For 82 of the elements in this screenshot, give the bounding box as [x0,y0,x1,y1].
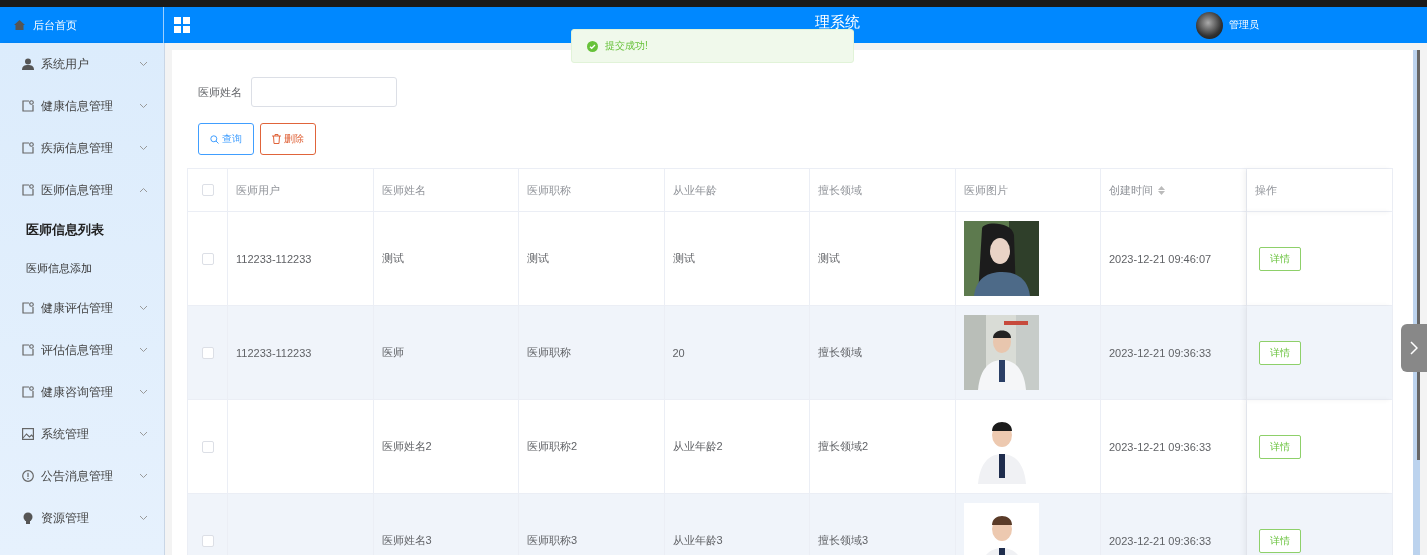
chevron-icon [1410,341,1418,355]
document-icon [22,142,34,154]
input-field[interactable] [251,77,397,107]
submenu-item[interactable]: 医师信息添加 [0,249,164,287]
column-header: 医师图片 [963,182,1008,198]
table-cell: 112233-112233 [236,346,312,359]
table-cell: 2023-12-21 09:36:33 [1109,346,1212,359]
document-icon [22,386,34,398]
chevron-icon [139,431,148,437]
table-cell: 测试 [818,251,840,266]
bulb-icon [22,512,34,524]
menu-item[interactable]: 健康评估管理 [0,287,164,329]
chevron-icon [139,145,148,151]
menu-item[interactable]: 医师信息管理 [0,169,164,211]
table-cell: 从业年龄2 [672,439,723,454]
chevron-icon [139,187,148,193]
trash-icon [272,134,281,144]
column-header: 医师用户 [236,182,280,198]
document-icon [22,344,34,356]
document-icon [22,302,34,314]
menu-item[interactable]: 健康咨询管理 [0,371,164,413]
scrollbar[interactable] [1413,50,1420,555]
checkbox[interactable] [201,346,214,359]
document-icon [22,100,34,112]
column-header: 从业年龄 [672,182,717,198]
field-label: 医师姓名 [198,84,242,100]
menu-item[interactable]: 系统管理 [0,413,164,455]
table-cell: 擅长领域3 [818,533,869,548]
table-cell: 112233-112233 [236,252,312,265]
chevron-icon [139,61,148,67]
menu-item[interactable]: 评估信息管理 [0,329,164,371]
search-icon [210,134,219,144]
delete-button[interactable]: 删除 [260,123,316,155]
column-header: 医师职称 [527,182,571,198]
chevron-icon [139,473,148,479]
chevron-icon [139,103,148,109]
toast-message: 提交成功! [605,39,648,53]
submenu-item[interactable]: 医师信息列表 [0,211,164,249]
table-cell: 测试 [672,251,695,266]
table-cell: 擅长领域 [818,345,862,360]
checkbox[interactable] [201,252,214,265]
table-cell: 医师 [381,345,404,360]
checkbox[interactable] [201,534,214,547]
table-cell: 医师姓名3 [381,533,432,548]
table-cell: 医师职称3 [527,533,578,548]
table-cell: 20 [672,346,685,359]
table-cell: 测试 [527,251,549,266]
table-cell: 医师职称2 [527,439,578,454]
column-header: 医师姓名 [381,182,426,198]
checkbox[interactable] [201,440,214,453]
table-cell: 2023-12-21 09:36:33 [1109,534,1212,547]
table-cell: 医师职称 [527,345,571,360]
column-header: 擅长领域 [818,182,862,198]
user-name[interactable]: 管理员 [1229,18,1259,32]
image-icon [22,428,34,440]
column-header: 操作 [1254,182,1277,198]
table-cell: 测试 [381,251,404,266]
app-title: 理系统 [815,12,860,32]
menu-item[interactable]: 资源管理 [0,497,164,539]
home-icon [14,20,25,30]
checkbox[interactable] [201,184,214,196]
document-icon [22,184,34,196]
chevron-icon [139,389,148,395]
chevron-icon [139,347,148,353]
table-cell: 从业年龄3 [672,533,723,548]
menu-item[interactable]: 健康信息管理 [0,85,164,127]
menu-item[interactable]: 疾病信息管理 [0,127,164,169]
menu-item[interactable]: 公告消息管理 [0,455,164,497]
table-cell: 2023-12-21 09:36:33 [1109,440,1212,453]
expand-tab[interactable] [1401,324,1427,372]
table-cell: 擅长领域2 [818,439,869,454]
chevron-icon [139,515,148,521]
info-icon [22,470,34,482]
menu-icon[interactable] [174,17,190,33]
user-icon [22,58,34,70]
table-cell: 医师姓名2 [381,439,432,454]
table-cell: 2023-12-21 09:46:07 [1109,252,1212,265]
chevron-icon [139,305,148,311]
menu-item[interactable]: 系统用户 [0,43,164,85]
avatar[interactable] [1196,11,1223,39]
success-icon [587,40,598,52]
sort-icon[interactable] [1158,185,1165,195]
